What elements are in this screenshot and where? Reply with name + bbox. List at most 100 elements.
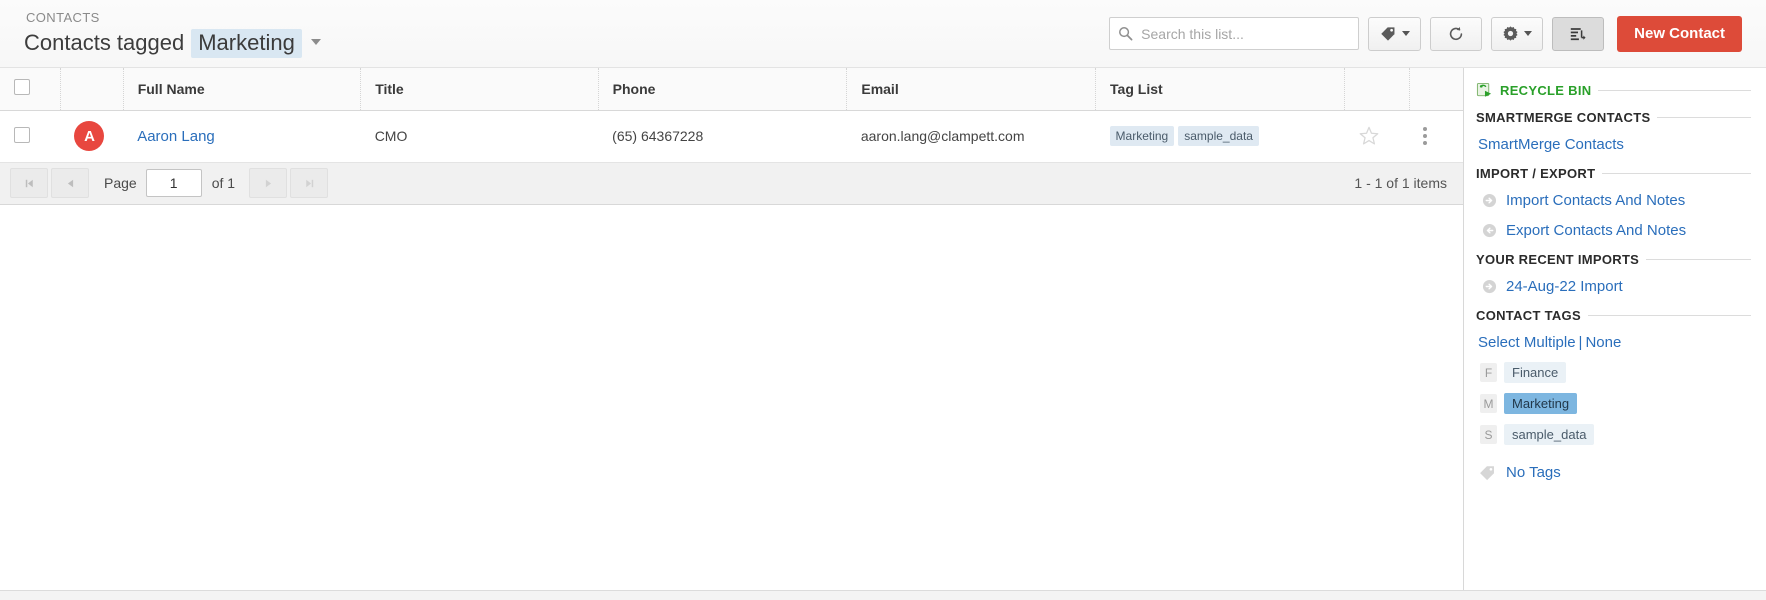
sidebar-item-no-tags[interactable]: No Tags <box>1478 463 1751 482</box>
column-header-menu <box>1409 68 1463 111</box>
divider <box>1646 259 1751 260</box>
column-header-phone[interactable]: Phone <box>598 68 848 111</box>
tag-item-finance[interactable]: F Finance <box>1480 362 1751 383</box>
prev-page-icon[interactable] <box>51 168 89 198</box>
arrow-left-circle-icon <box>1482 223 1497 238</box>
divider <box>1598 90 1751 91</box>
sort-list-icon <box>1569 25 1587 43</box>
page-label: Page <box>104 175 137 191</box>
arrow-right-circle-icon <box>1482 193 1497 208</box>
tag-initial: M <box>1480 394 1497 413</box>
tag-label[interactable]: sample_data <box>1504 424 1595 445</box>
sidebar-link-export-contacts[interactable]: Export Contacts And Notes <box>1506 222 1686 239</box>
sidebar-heading-contact-tags: CONTACT TAGS <box>1476 308 1581 323</box>
contact-name-link[interactable]: Aaron Lang <box>137 128 215 145</box>
next-page-icon[interactable] <box>249 168 288 198</box>
contacts-list-pane: Full Name Title Phone Email Tag List A A… <box>0 68 1464 590</box>
row-tag-chip[interactable]: Marketing <box>1109 126 1175 146</box>
select-none-link[interactable]: None <box>1585 334 1621 351</box>
pagination-bar: Page of 1 1 - 1 of 1 items <box>0 162 1463 205</box>
avatar: A <box>74 121 105 151</box>
page-title-tag: Marketing <box>191 28 302 58</box>
page-header: CONTACTS Contacts tagged Marketing Searc… <box>0 0 1766 68</box>
tag-filter-button[interactable] <box>1368 16 1422 51</box>
sidebar-item-import-contacts[interactable]: Import Contacts And Notes <box>1482 192 1751 209</box>
column-header-star <box>1344 68 1410 111</box>
sidebar-heading-import-export: IMPORT / EXPORT <box>1476 166 1596 181</box>
select-multiple-link[interactable]: Select Multiple <box>1478 334 1576 351</box>
column-header-title[interactable]: Title <box>360 68 599 111</box>
column-header-tag-list[interactable]: Tag List <box>1095 68 1345 111</box>
kebab-menu-icon[interactable] <box>1423 127 1428 145</box>
title-block: CONTACTS Contacts tagged Marketing <box>24 10 321 58</box>
search-input[interactable] <box>1139 24 1351 43</box>
tag-item-sample-data[interactable]: S sample_data <box>1480 424 1751 445</box>
page-number-input[interactable] <box>145 169 202 197</box>
separator: | <box>1578 334 1583 351</box>
last-page-icon[interactable] <box>290 168 329 198</box>
sidebar-item-export-contacts[interactable]: Export Contacts And Notes <box>1482 222 1751 239</box>
search-box[interactable] <box>1109 17 1360 50</box>
sidebar-heading-smartmerge: SMARTMERGE CONTACTS <box>1476 110 1651 125</box>
first-page-icon[interactable] <box>10 168 48 198</box>
select-all-header <box>0 68 61 111</box>
row-menu-cell <box>1409 110 1463 163</box>
tag-selection-controls: Select Multiple | None <box>1478 334 1751 351</box>
list-empty-area <box>0 204 1463 590</box>
sidebar-link-no-tags[interactable]: No Tags <box>1506 464 1561 481</box>
tag-icon <box>1379 25 1397 43</box>
sidebar-link-smartmerge-contacts[interactable]: SmartMerge Contacts <box>1478 136 1751 153</box>
page-of-label: of 1 <box>211 175 236 191</box>
divider <box>1657 117 1751 118</box>
column-header-email[interactable]: Email <box>846 68 1097 111</box>
row-title-cell: CMO <box>360 110 599 163</box>
select-all-checkbox[interactable] <box>14 79 30 96</box>
sidebar-section-smartmerge: SMARTMERGE CONTACTS <box>1476 110 1751 125</box>
sort-button[interactable] <box>1552 16 1605 51</box>
row-select-cell <box>0 110 61 163</box>
sidebar-section-import-export: IMPORT / EXPORT <box>1476 166 1751 181</box>
tag-label[interactable]: Marketing <box>1504 393 1578 414</box>
row-checkbox[interactable] <box>14 126 30 143</box>
header-actions: New Contact <box>1109 15 1742 52</box>
bottom-strip <box>0 590 1766 600</box>
row-avatar-cell: A <box>60 110 124 163</box>
chevron-down-icon[interactable] <box>310 38 321 45</box>
sidebar-link-import-contacts[interactable]: Import Contacts And Notes <box>1506 192 1685 209</box>
page-title-row: Contacts tagged Marketing <box>24 28 321 58</box>
settings-button[interactable] <box>1491 16 1544 51</box>
contacts-app: CONTACTS Contacts tagged Marketing Searc… <box>0 0 1766 600</box>
row-email-cell: aaron.lang@clampett.com <box>846 110 1096 163</box>
column-header-full-name[interactable]: Full Name <box>123 68 362 111</box>
right-sidebar: RECYCLE BIN SMARTMERGE CONTACTS SmartMer… <box>1464 68 1765 590</box>
row-tag-chip[interactable]: sample_data <box>1178 126 1259 146</box>
breadcrumb: CONTACTS <box>26 9 100 25</box>
divider <box>1587 315 1751 316</box>
tag-outline-icon <box>1478 463 1497 482</box>
sidebar-heading-recent-imports: YOUR RECENT IMPORTS <box>1476 252 1640 267</box>
pagination-count: 1 - 1 of 1 items <box>1354 175 1447 191</box>
row-tag-list-cell: Marketing sample_data <box>1095 110 1345 163</box>
star-outline-icon[interactable] <box>1358 125 1408 147</box>
tag-label[interactable]: Finance <box>1504 362 1567 383</box>
table-row[interactable]: A Aaron Lang CMO (65) 64367228 aaron.lan… <box>0 110 1463 163</box>
row-phone-cell: (65) 64367228 <box>598 110 847 163</box>
avatar-header <box>60 68 124 111</box>
table-body: A Aaron Lang CMO (65) 64367228 aaron.lan… <box>0 110 1463 163</box>
arrow-right-circle-icon <box>1482 279 1497 294</box>
page-title: Contacts tagged <box>24 29 185 55</box>
chevron-down-icon <box>1402 31 1411 36</box>
divider <box>1602 173 1751 174</box>
chevron-down-icon <box>1524 31 1533 36</box>
sidebar-link-recent-import[interactable]: 24-Aug-22 Import <box>1506 278 1623 295</box>
sidebar-section-recent-imports: YOUR RECENT IMPORTS <box>1476 252 1751 267</box>
refresh-button[interactable] <box>1430 16 1483 51</box>
gear-icon <box>1502 25 1519 42</box>
tag-item-marketing[interactable]: M Marketing <box>1480 393 1751 414</box>
sidebar-section-contact-tags: CONTACT TAGS <box>1476 308 1751 323</box>
sidebar-recycle-bin-label: RECYCLE BIN <box>1500 83 1592 98</box>
table-header: Full Name Title Phone Email Tag List <box>0 68 1463 111</box>
sidebar-item-recent-import[interactable]: 24-Aug-22 Import <box>1482 278 1751 295</box>
new-contact-button[interactable]: New Contact <box>1617 15 1742 52</box>
sidebar-section-recycle-bin[interactable]: RECYCLE BIN <box>1476 82 1751 99</box>
